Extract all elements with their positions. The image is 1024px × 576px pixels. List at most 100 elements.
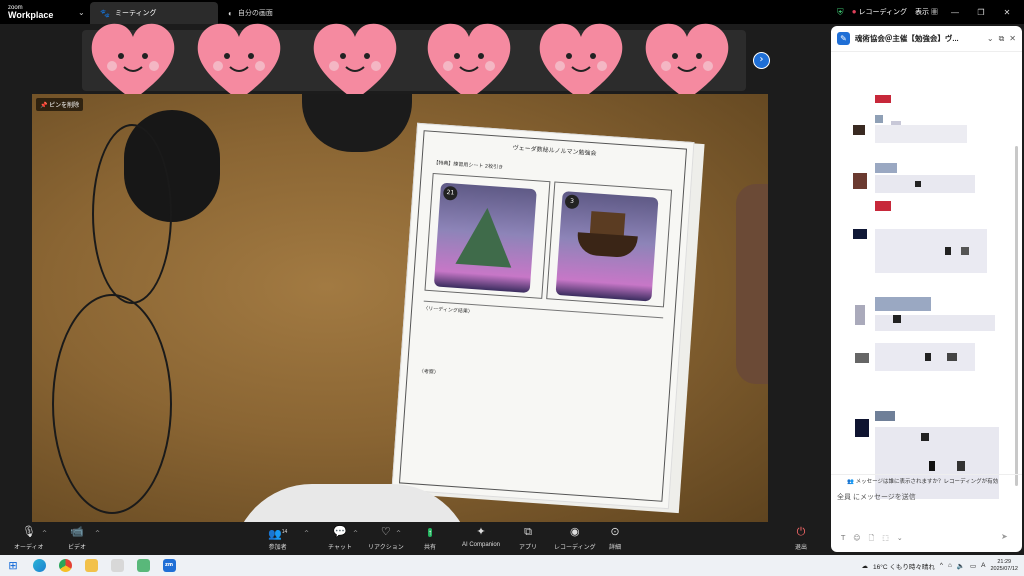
more-icon: ⊙: [610, 526, 620, 538]
ship-icon: [576, 232, 638, 259]
apps-button[interactable]: ⧉ アプリ: [519, 526, 537, 551]
video-label: ビデオ: [68, 545, 87, 551]
more-options-icon[interactable]: ⌄: [897, 534, 903, 545]
zoom-taskbar-icon[interactable]: zm: [156, 555, 182, 576]
chat-visibility-notice[interactable]: 👥 メッセージは誰に表示されますか？レコーディングが有効: [831, 474, 1022, 488]
ai-label: AI Companion: [462, 542, 501, 548]
heart-face-icon: [91, 23, 175, 100]
more-button[interactable]: ⊙ 詳細: [609, 526, 621, 551]
send-icon[interactable]: ➤: [1001, 532, 1015, 544]
pixelated-message-block: [957, 461, 965, 471]
heart-sticker-icon: [536, 20, 626, 104]
battery-icon[interactable]: ▭: [970, 562, 976, 570]
next-page-icon[interactable]: ›: [753, 52, 770, 69]
chat-options-icon[interactable]: ^: [353, 530, 358, 537]
chat-edit-icon[interactable]: ✎: [837, 32, 850, 45]
clock[interactable]: 21:29 2025/07/12: [990, 559, 1018, 571]
pixelated-message-block: [855, 353, 869, 363]
pixelated-message-block: [855, 419, 869, 437]
pixelated-message-block: [875, 125, 967, 143]
record-dot-icon: ●: [851, 7, 857, 16]
audio-button[interactable]: 🎙 オーディオ: [14, 526, 44, 551]
clock-date: 2025/07/12: [990, 565, 1018, 572]
file-icon[interactable]: 🗋: [869, 534, 875, 545]
pixelated-message-block: [853, 125, 865, 135]
popout-icon[interactable]: ⧉: [999, 34, 1005, 44]
pixelated-message-block: [915, 181, 921, 187]
pin-label: ピンを削除: [49, 103, 80, 109]
view-button[interactable]: 表示 ▦: [915, 7, 938, 17]
ai-companion-button[interactable]: ✦ AI Companion: [462, 526, 500, 548]
restore-icon[interactable]: ❐: [972, 8, 990, 17]
emoji-icon[interactable]: ☺: [853, 534, 860, 545]
close-icon[interactable]: ✕: [1009, 34, 1016, 44]
paw-icon: 🐾: [100, 8, 110, 18]
video-options-icon[interactable]: ^: [95, 530, 100, 537]
recording-label: レコーディング: [858, 9, 908, 16]
folder-icon[interactable]: [78, 555, 104, 576]
minimize-icon[interactable]: —: [946, 8, 964, 17]
cable-image: [52, 294, 172, 514]
pixelated-message-block: [929, 461, 935, 471]
participants-count: 14: [281, 529, 288, 535]
view-label: 表示: [915, 9, 930, 16]
pixelated-message-block: [921, 433, 929, 441]
leave-label: 退出: [795, 545, 808, 551]
mountain-icon: [455, 205, 516, 268]
weather-text[interactable]: 16°C くもり時々晴れ: [873, 561, 935, 571]
edge-icon[interactable]: [26, 555, 52, 576]
chat-input[interactable]: 全員 にメッセージを送信: [837, 492, 916, 502]
video-button[interactable]: 📹 ビデオ: [68, 526, 86, 551]
audio-options-icon[interactable]: ^: [42, 530, 47, 537]
brand-large: Workplace: [8, 9, 54, 20]
pin-icon: 📌: [40, 103, 48, 109]
card-number: 21: [442, 185, 458, 201]
app-icon-2[interactable]: [130, 555, 156, 576]
pixelated-message-block: [875, 297, 931, 311]
format-icon[interactable]: T: [841, 534, 845, 545]
chat-button[interactable]: 💬 チャット: [328, 526, 352, 551]
screenshot-icon[interactable]: ⬚: [882, 534, 889, 545]
participants-button[interactable]: 👥14 参加者: [268, 526, 287, 551]
pixelated-message-block: [875, 163, 897, 173]
chat-tools: T ☺ 🗋 ⬚ ⌄: [841, 534, 903, 545]
start-icon[interactable]: ⊞: [0, 555, 26, 576]
shield-icon[interactable]: ⛨: [837, 7, 844, 18]
card-slot-2: 3: [546, 181, 673, 308]
recording-button-label: レコーディング: [554, 545, 596, 551]
title-bar-right: ⛨ ● レコーディング 表示 ▦ — ❐ ✕: [837, 0, 1024, 24]
app-icon[interactable]: [104, 555, 130, 576]
chat-scrollbar[interactable]: [1015, 146, 1018, 486]
ime-indicator[interactable]: A: [981, 562, 985, 569]
reaction-options-icon[interactable]: ^: [396, 530, 401, 537]
leave-button[interactable]: ⏻ 退出: [795, 526, 807, 551]
apps-icon: ⧉: [524, 526, 532, 538]
close-icon[interactable]: ✕: [998, 8, 1016, 17]
chevron-down-icon[interactable]: ⌄: [78, 8, 88, 17]
unpin-button[interactable]: 📌 ピンを削除: [36, 98, 84, 111]
moon-icon: ◐: [228, 8, 233, 18]
pixelated-message-block: [855, 305, 865, 325]
cable-image: [92, 124, 172, 304]
tray-chevron-icon[interactable]: ^: [940, 562, 943, 569]
chat-title: 魂術協会＠主催【勉強会】ヴ...: [854, 34, 959, 43]
pixelated-message-block: [875, 411, 895, 421]
participants-options-icon[interactable]: ^: [304, 530, 309, 537]
apps-label: アプリ: [519, 545, 538, 551]
share-button[interactable]: ↑ 共有: [424, 526, 436, 551]
recording-button[interactable]: ◉ レコーディング: [554, 526, 596, 551]
share-label: 共有: [424, 545, 437, 551]
microphone-icon: 🎙: [21, 526, 36, 538]
weather-icon[interactable]: ☁: [862, 562, 869, 570]
chat-icon: 💬: [333, 526, 347, 538]
speaker-icon[interactable]: 🔈: [957, 562, 965, 570]
chrome-icon[interactable]: [52, 555, 78, 576]
dropdown-icon[interactable]: ⌄: [987, 34, 994, 44]
grid-icon: ▦: [931, 9, 938, 16]
network-icon[interactable]: ⌂: [948, 562, 952, 569]
pixelated-message-block: [853, 229, 867, 239]
pixelated-message-block: [875, 427, 999, 499]
heart-face-icon: [313, 23, 397, 100]
recording-indicator[interactable]: ● レコーディング: [852, 7, 907, 17]
heart-face-icon: [645, 23, 729, 100]
